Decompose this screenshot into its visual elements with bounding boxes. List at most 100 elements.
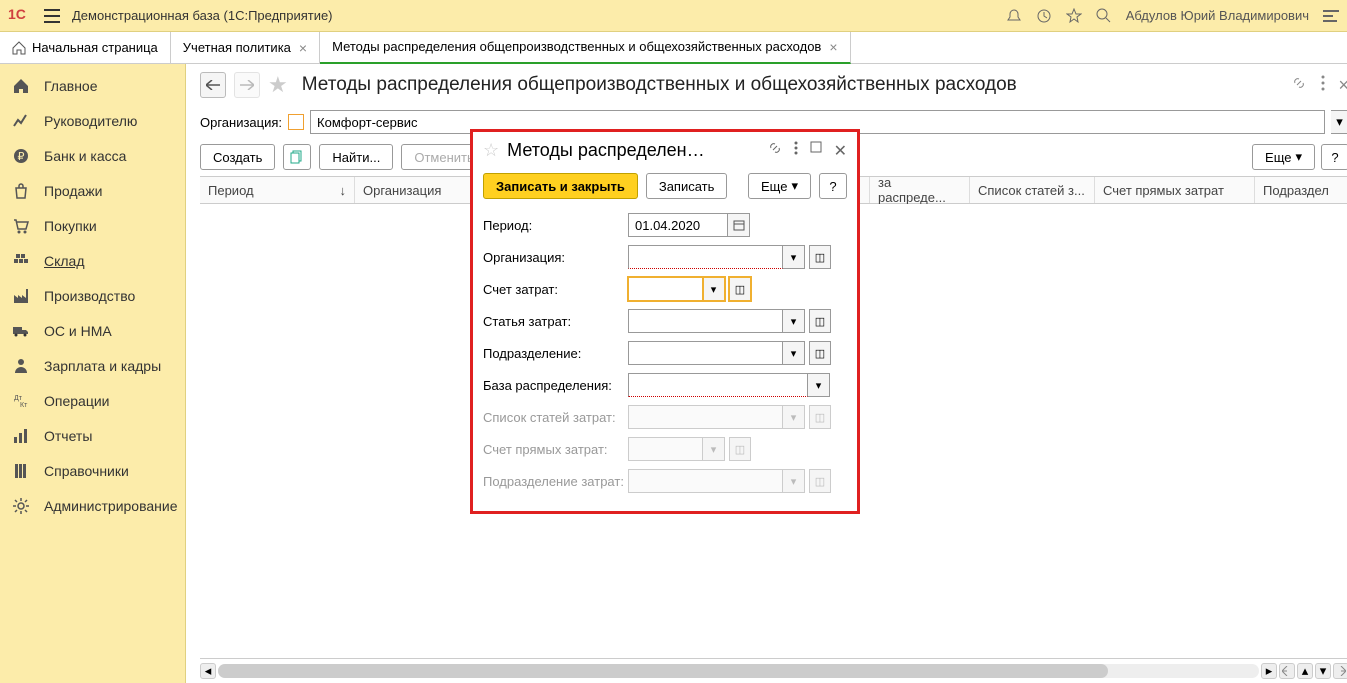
sidebar-item-label: ОС и НМА bbox=[44, 323, 112, 339]
sidebar-item-bars[interactable]: Отчеты bbox=[0, 418, 185, 453]
base-input[interactable] bbox=[628, 373, 808, 397]
label-article: Статья затрат: bbox=[483, 314, 628, 329]
link-icon[interactable] bbox=[1291, 75, 1307, 96]
maximize-icon[interactable] bbox=[810, 141, 822, 161]
person-icon bbox=[12, 357, 30, 375]
dialog-help-button[interactable]: ? bbox=[819, 173, 847, 199]
sidebar-item-label: Отчеты bbox=[44, 428, 92, 444]
org-input[interactable] bbox=[628, 245, 783, 269]
dropdown-button[interactable]: ▾ bbox=[783, 309, 805, 333]
sidebar-item-label: Зарплата и кадры bbox=[44, 358, 161, 374]
calendar-button[interactable] bbox=[728, 213, 750, 237]
tab-home[interactable]: Начальная страница bbox=[0, 32, 171, 64]
sidebar-item-ops[interactable]: ДтКтОперации bbox=[0, 383, 185, 418]
dialog-methods: ☆ Методы распределен… ✕ Записать и закры… bbox=[470, 129, 860, 514]
tab-methods[interactable]: Методы распределения общепроизводственны… bbox=[320, 32, 850, 64]
close-icon[interactable]: × bbox=[829, 39, 837, 55]
col-base[interactable]: за распреде... bbox=[870, 177, 970, 203]
settings-icon[interactable] bbox=[1323, 9, 1339, 23]
sidebar-item-label: Банк и касса bbox=[44, 148, 126, 164]
dropdown-button[interactable]: ▾ bbox=[783, 341, 805, 365]
sidebar-item-label: Производство bbox=[44, 288, 135, 304]
sidebar-item-home[interactable]: Главное bbox=[0, 68, 185, 103]
bell-icon[interactable] bbox=[1006, 8, 1022, 24]
more-icon[interactable] bbox=[794, 141, 798, 161]
create-button[interactable]: Создать bbox=[200, 144, 275, 170]
deptz-input bbox=[628, 469, 783, 493]
sidebar-item-warehouse[interactable]: Склад bbox=[0, 243, 185, 278]
copy-button[interactable] bbox=[283, 144, 311, 170]
label-period: Период: bbox=[483, 218, 628, 233]
sidebar-item-person[interactable]: Зарплата и кадры bbox=[0, 348, 185, 383]
open-button[interactable]: ◫ bbox=[809, 245, 831, 269]
save-close-button[interactable]: Записать и закрыть bbox=[483, 173, 638, 199]
sidebar-item-ruble[interactable]: ₽Банк и касса bbox=[0, 138, 185, 173]
search-icon[interactable] bbox=[1096, 8, 1112, 24]
tab-accounting-policy[interactable]: Учетная политика × bbox=[171, 32, 320, 64]
user-name[interactable]: Абдулов Юрий Владимирович bbox=[1126, 8, 1309, 23]
col-dept[interactable]: Подраздел bbox=[1255, 177, 1347, 203]
col-period[interactable]: Период↓ bbox=[200, 177, 355, 203]
scrollbar-track[interactable] bbox=[218, 664, 1259, 678]
sidebar-item-factory[interactable]: Производство bbox=[0, 278, 185, 313]
nav-first-button[interactable] bbox=[1279, 663, 1295, 679]
direct-input bbox=[628, 437, 703, 461]
sidebar-item-label: Склад bbox=[44, 253, 85, 269]
article-input[interactable] bbox=[628, 309, 783, 333]
bag-icon bbox=[12, 182, 30, 200]
sidebar-item-cart[interactable]: Покупки bbox=[0, 208, 185, 243]
help-button[interactable]: ? bbox=[1321, 144, 1347, 170]
more-icon[interactable] bbox=[1321, 75, 1325, 96]
star-icon[interactable] bbox=[1066, 8, 1082, 24]
more-button[interactable]: Еще ▾ bbox=[1252, 144, 1315, 170]
dialog-more-button[interactable]: Еще ▾ bbox=[748, 173, 811, 199]
close-icon[interactable]: × bbox=[1339, 75, 1347, 96]
col-list[interactable]: Список статей з... bbox=[970, 177, 1095, 203]
dropdown-button: ▾ bbox=[783, 405, 805, 429]
forward-button[interactable] bbox=[234, 72, 260, 98]
dropdown-button[interactable]: ▾ bbox=[808, 373, 830, 397]
link-icon[interactable] bbox=[768, 141, 782, 161]
close-icon[interactable]: ✕ bbox=[834, 141, 847, 161]
menu-icon[interactable] bbox=[44, 9, 60, 23]
sidebar-item-label: Покупки bbox=[44, 218, 97, 234]
find-button[interactable]: Найти... bbox=[319, 144, 393, 170]
open-button[interactable]: ◫ bbox=[729, 277, 751, 301]
nav-up-button[interactable]: ▴ bbox=[1297, 663, 1313, 679]
page-title: Методы распределения общепроизводственны… bbox=[302, 74, 1017, 96]
dropdown-button: ▾ bbox=[703, 437, 725, 461]
open-button: ◫ bbox=[809, 405, 831, 429]
col-org[interactable]: Организация bbox=[355, 177, 475, 203]
svg-text:Кт: Кт bbox=[20, 402, 28, 409]
sidebar-item-bag[interactable]: Продажи bbox=[0, 173, 185, 208]
dropdown-button[interactable]: ▾ bbox=[703, 277, 725, 301]
nav-last-button[interactable] bbox=[1333, 663, 1347, 679]
scroll-left-button[interactable]: ◂ bbox=[200, 663, 216, 679]
history-icon[interactable] bbox=[1036, 8, 1052, 24]
close-icon[interactable]: × bbox=[299, 40, 307, 56]
org-dropdown-button[interactable]: ▾ bbox=[1331, 110, 1347, 134]
period-input[interactable] bbox=[628, 213, 728, 237]
dept-input[interactable] bbox=[628, 341, 783, 365]
dialog-title: Методы распределен… bbox=[507, 140, 759, 161]
open-button[interactable]: ◫ bbox=[809, 309, 831, 333]
sidebar-item-truck[interactable]: ОС и НМА bbox=[0, 313, 185, 348]
star-icon[interactable]: ☆ bbox=[483, 140, 499, 161]
back-button[interactable] bbox=[200, 72, 226, 98]
write-button[interactable]: Записать bbox=[646, 173, 728, 199]
sidebar-item-gear[interactable]: Администрирование bbox=[0, 488, 185, 523]
org-clear-button[interactable] bbox=[288, 114, 304, 130]
nav-down-button[interactable]: ▾ bbox=[1315, 663, 1331, 679]
sidebar-item-books[interactable]: Справочники bbox=[0, 453, 185, 488]
svg-text:Дт: Дт bbox=[14, 395, 23, 402]
account-input[interactable] bbox=[628, 277, 703, 301]
sidebar-item-chart[interactable]: Руководителю bbox=[0, 103, 185, 138]
chart-icon bbox=[12, 112, 30, 130]
scrollbar-thumb[interactable] bbox=[218, 664, 1108, 678]
favorite-icon[interactable]: ★ bbox=[268, 72, 288, 98]
label-base: База распределения: bbox=[483, 378, 628, 393]
col-direct[interactable]: Счет прямых затрат bbox=[1095, 177, 1255, 203]
scroll-right-button[interactable]: ▸ bbox=[1261, 663, 1277, 679]
open-button[interactable]: ◫ bbox=[809, 341, 831, 365]
dropdown-button[interactable]: ▾ bbox=[783, 245, 805, 269]
